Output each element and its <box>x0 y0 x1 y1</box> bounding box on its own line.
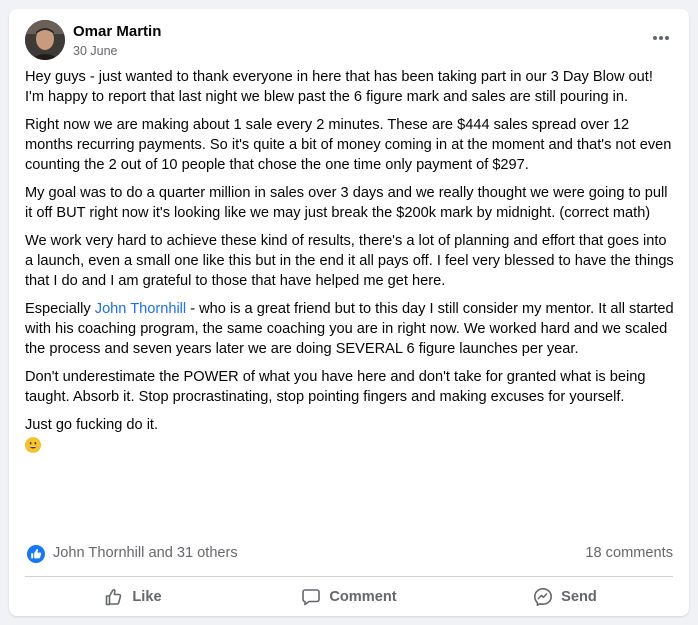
reactions-bar: John Thornhill and 31 others 18 comments <box>25 544 673 566</box>
avatar[interactable] <box>25 20 65 60</box>
more-dot-icon <box>652 36 657 40</box>
comment-button[interactable]: Comment <box>241 580 457 614</box>
post-card: Omar Martin 30 June Hey guys - just want… <box>9 9 689 616</box>
post-paragraph: Hey guys - just wanted to thank everyone… <box>25 69 653 105</box>
avatar-photo <box>25 20 65 60</box>
post-paragraph: Don't underestimate the POWER of what yo… <box>25 369 646 405</box>
like-label: Like <box>132 589 162 605</box>
more-dot-icon <box>659 36 663 40</box>
emoji-line <box>25 435 675 455</box>
messenger-icon <box>534 588 553 606</box>
post-paragraph: My goal was to do a quarter million in s… <box>25 185 668 221</box>
comments-count[interactable]: 18 comments <box>585 545 673 561</box>
author-name[interactable]: Omar Martin <box>73 23 161 40</box>
comment-label: Comment <box>329 589 397 605</box>
grinning-face-emoji-icon <box>25 437 41 453</box>
more-dot-icon <box>665 36 670 40</box>
like-icon[interactable] <box>27 545 45 563</box>
post-header: Omar Martin 30 June <box>25 20 673 64</box>
post-date[interactable]: 30 June <box>73 44 117 58</box>
post-paragraph: Especially John Thornhill - who is a gre… <box>25 299 675 359</box>
divider <box>25 576 673 577</box>
more-options-button[interactable] <box>643 24 679 52</box>
mention-link[interactable]: John Thornhill <box>95 301 186 317</box>
send-button[interactable]: Send <box>457 580 673 614</box>
post-paragraph: We work very hard to achieve these kind … <box>25 233 674 289</box>
comment-icon <box>302 589 321 606</box>
thumbs-up-icon <box>106 589 122 606</box>
post-paragraph: Right now we are making about 1 sale eve… <box>25 117 672 173</box>
action-bar: Like Comment Send <box>25 580 673 614</box>
post-paragraph: Just go fucking do it. <box>25 417 159 433</box>
like-button[interactable]: Like <box>25 580 241 614</box>
post-body: Hey guys - just wanted to thank everyone… <box>25 67 675 455</box>
paragraph-text: Especially <box>25 301 95 317</box>
send-label: Send <box>561 589 597 605</box>
reactions-summary[interactable]: John Thornhill and 31 others <box>53 545 238 561</box>
